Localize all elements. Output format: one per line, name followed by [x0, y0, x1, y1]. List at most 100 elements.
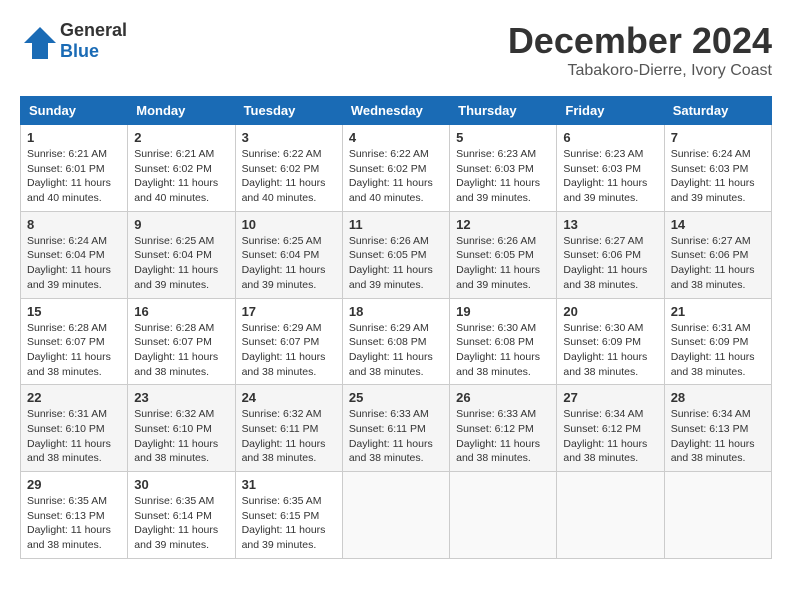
day-number: 13 — [563, 217, 657, 232]
cell-content: Sunrise: 6:30 AMSunset: 6:08 PMDaylight:… — [456, 322, 540, 378]
col-saturday: Saturday — [664, 97, 771, 125]
col-friday: Friday — [557, 97, 664, 125]
table-row: 7 Sunrise: 6:24 AMSunset: 6:03 PMDaylight… — [664, 125, 771, 212]
day-number: 31 — [242, 477, 336, 492]
month-title: December 2024 — [508, 20, 772, 62]
col-wednesday: Wednesday — [342, 97, 449, 125]
day-number: 2 — [134, 130, 228, 145]
col-sunday: Sunday — [21, 97, 128, 125]
cell-content: Sunrise: 6:27 AMSunset: 6:06 PMDaylight:… — [563, 235, 647, 291]
cell-content: Sunrise: 6:25 AMSunset: 6:04 PMDaylight:… — [134, 235, 218, 291]
table-row: 25Sunrise: 6:33 AMSunset: 6:11 PMDayligh… — [342, 385, 449, 472]
title-area: December 2024 Tabakoro-Dierre, Ivory Coa… — [508, 20, 772, 80]
day-number: 25 — [349, 390, 443, 405]
table-row: 30Sunrise: 6:35 AMSunset: 6:14 PMDayligh… — [128, 472, 235, 559]
table-row: 17Sunrise: 6:29 AMSunset: 6:07 PMDayligh… — [235, 298, 342, 385]
cell-content: Sunrise: 6:30 AMSunset: 6:09 PMDaylight:… — [563, 322, 647, 378]
table-row: 29Sunrise: 6:35 AMSunset: 6:13 PMDayligh… — [21, 472, 128, 559]
cell-content: Sunrise: 6:28 AMSunset: 6:07 PMDaylight:… — [134, 322, 218, 378]
table-row: 24 Sunrise: 6:32 AMSunset: 6:11 PMDayligh… — [235, 385, 342, 472]
table-row: 28Sunrise: 6:34 AMSunset: 6:13 PMDayligh… — [664, 385, 771, 472]
day-number: 21 — [671, 304, 765, 319]
calendar-table: Sunday Monday Tuesday Wednesday Thursday… — [20, 96, 772, 559]
table-row — [557, 472, 664, 559]
table-row: 11Sunrise: 6:26 AMSunset: 6:05 PMDayligh… — [342, 211, 449, 298]
day-number: 7 — [671, 130, 765, 145]
table-row: 21 Sunrise: 6:31 AMSunset: 6:09 PMDayligh… — [664, 298, 771, 385]
day-number: 20 — [563, 304, 657, 319]
logo-icon — [20, 23, 56, 59]
table-row: 27 Sunrise: 6:34 AMSunset: 6:12 PMDayligh… — [557, 385, 664, 472]
table-row — [450, 472, 557, 559]
logo-blue: Blue — [60, 41, 99, 61]
day-number: 15 — [27, 304, 121, 319]
table-row: 1Sunrise: 6:21 AMSunset: 6:01 PMDaylight… — [21, 125, 128, 212]
day-number: 19 — [456, 304, 550, 319]
table-row: 16Sunrise: 6:28 AMSunset: 6:07 PMDayligh… — [128, 298, 235, 385]
day-number: 22 — [27, 390, 121, 405]
cell-content: Sunrise: 6:28 AMSunset: 6:07 PMDaylight:… — [27, 322, 111, 378]
logo: General Blue — [20, 20, 127, 62]
day-number: 29 — [27, 477, 121, 492]
day-number: 6 — [563, 130, 657, 145]
cell-content: Sunrise: 6:34 AMSunset: 6:13 PMDaylight:… — [671, 408, 755, 464]
table-row: 31 Sunrise: 6:35 AMSunset: 6:15 PMDayligh… — [235, 472, 342, 559]
cell-content: Sunrise: 6:22 AMSunset: 6:02 PMDaylight:… — [349, 148, 433, 204]
table-row: 9 Sunrise: 6:25 AMSunset: 6:04 PMDaylight… — [128, 211, 235, 298]
cell-content: Sunrise: 6:23 AMSunset: 6:03 PMDaylight:… — [563, 148, 647, 204]
cell-content: Sunrise: 6:31 AMSunset: 6:09 PMDaylight:… — [671, 322, 755, 378]
calendar-header-row: Sunday Monday Tuesday Wednesday Thursday… — [21, 97, 772, 125]
table-row: 14 Sunrise: 6:27 AMSunset: 6:06 PMDayligh… — [664, 211, 771, 298]
table-row — [342, 472, 449, 559]
page-header: General Blue December 2024 Tabakoro-Dier… — [20, 20, 772, 80]
calendar-week-row: 15 Sunrise: 6:28 AMSunset: 6:07 PMDayligh… — [21, 298, 772, 385]
table-row: 22 Sunrise: 6:31 AMSunset: 6:10 PMDayligh… — [21, 385, 128, 472]
col-tuesday: Tuesday — [235, 97, 342, 125]
day-number: 1 — [27, 130, 121, 145]
cell-content: Sunrise: 6:26 AMSunset: 6:05 PMDaylight:… — [349, 235, 433, 291]
day-number: 27 — [563, 390, 657, 405]
table-row: 15 Sunrise: 6:28 AMSunset: 6:07 PMDayligh… — [21, 298, 128, 385]
cell-content: Sunrise: 6:35 AMSunset: 6:15 PMDaylight:… — [242, 495, 326, 551]
day-number: 23 — [134, 390, 228, 405]
day-number: 12 — [456, 217, 550, 232]
location-title: Tabakoro-Dierre, Ivory Coast — [508, 62, 772, 80]
cell-content: Sunrise: 6:24 AMSunset: 6:04 PMDaylight:… — [27, 235, 111, 291]
cell-content: Sunrise: 6:21 AMSunset: 6:02 PMDaylight:… — [134, 148, 218, 204]
table-row: 2 Sunrise: 6:21 AMSunset: 6:02 PMDaylight… — [128, 125, 235, 212]
table-row: 23Sunrise: 6:32 AMSunset: 6:10 PMDayligh… — [128, 385, 235, 472]
calendar-week-row: 22 Sunrise: 6:31 AMSunset: 6:10 PMDayligh… — [21, 385, 772, 472]
table-row: 3Sunrise: 6:22 AMSunset: 6:02 PMDaylight… — [235, 125, 342, 212]
cell-content: Sunrise: 6:32 AMSunset: 6:11 PMDaylight:… — [242, 408, 326, 464]
day-number: 4 — [349, 130, 443, 145]
day-number: 5 — [456, 130, 550, 145]
cell-content: Sunrise: 6:26 AMSunset: 6:05 PMDaylight:… — [456, 235, 540, 291]
day-number: 18 — [349, 304, 443, 319]
day-number: 9 — [134, 217, 228, 232]
table-row: 6 Sunrise: 6:23 AMSunset: 6:03 PMDaylight… — [557, 125, 664, 212]
col-monday: Monday — [128, 97, 235, 125]
col-thursday: Thursday — [450, 97, 557, 125]
day-number: 8 — [27, 217, 121, 232]
cell-content: Sunrise: 6:34 AMSunset: 6:12 PMDaylight:… — [563, 408, 647, 464]
cell-content: Sunrise: 6:31 AMSunset: 6:10 PMDaylight:… — [27, 408, 111, 464]
day-number: 3 — [242, 130, 336, 145]
cell-content: Sunrise: 6:25 AMSunset: 6:04 PMDaylight:… — [242, 235, 326, 291]
table-row — [664, 472, 771, 559]
day-number: 24 — [242, 390, 336, 405]
cell-content: Sunrise: 6:24 AMSunset: 6:03 PMDaylight:… — [671, 148, 755, 204]
day-number: 14 — [671, 217, 765, 232]
calendar-week-row: 29Sunrise: 6:35 AMSunset: 6:13 PMDayligh… — [21, 472, 772, 559]
cell-content: Sunrise: 6:35 AMSunset: 6:14 PMDaylight:… — [134, 495, 218, 551]
table-row: 5Sunrise: 6:23 AMSunset: 6:03 PMDaylight… — [450, 125, 557, 212]
day-number: 26 — [456, 390, 550, 405]
table-row: 20 Sunrise: 6:30 AMSunset: 6:09 PMDayligh… — [557, 298, 664, 385]
cell-content: Sunrise: 6:29 AMSunset: 6:08 PMDaylight:… — [349, 322, 433, 378]
table-row: 26Sunrise: 6:33 AMSunset: 6:12 PMDayligh… — [450, 385, 557, 472]
table-row: 12 Sunrise: 6:26 AMSunset: 6:05 PMDayligh… — [450, 211, 557, 298]
cell-content: Sunrise: 6:27 AMSunset: 6:06 PMDaylight:… — [671, 235, 755, 291]
table-row: 13 Sunrise: 6:27 AMSunset: 6:06 PMDayligh… — [557, 211, 664, 298]
calendar-week-row: 8 Sunrise: 6:24 AMSunset: 6:04 PMDaylight… — [21, 211, 772, 298]
cell-content: Sunrise: 6:29 AMSunset: 6:07 PMDaylight:… — [242, 322, 326, 378]
table-row: 19 Sunrise: 6:30 AMSunset: 6:08 PMDayligh… — [450, 298, 557, 385]
